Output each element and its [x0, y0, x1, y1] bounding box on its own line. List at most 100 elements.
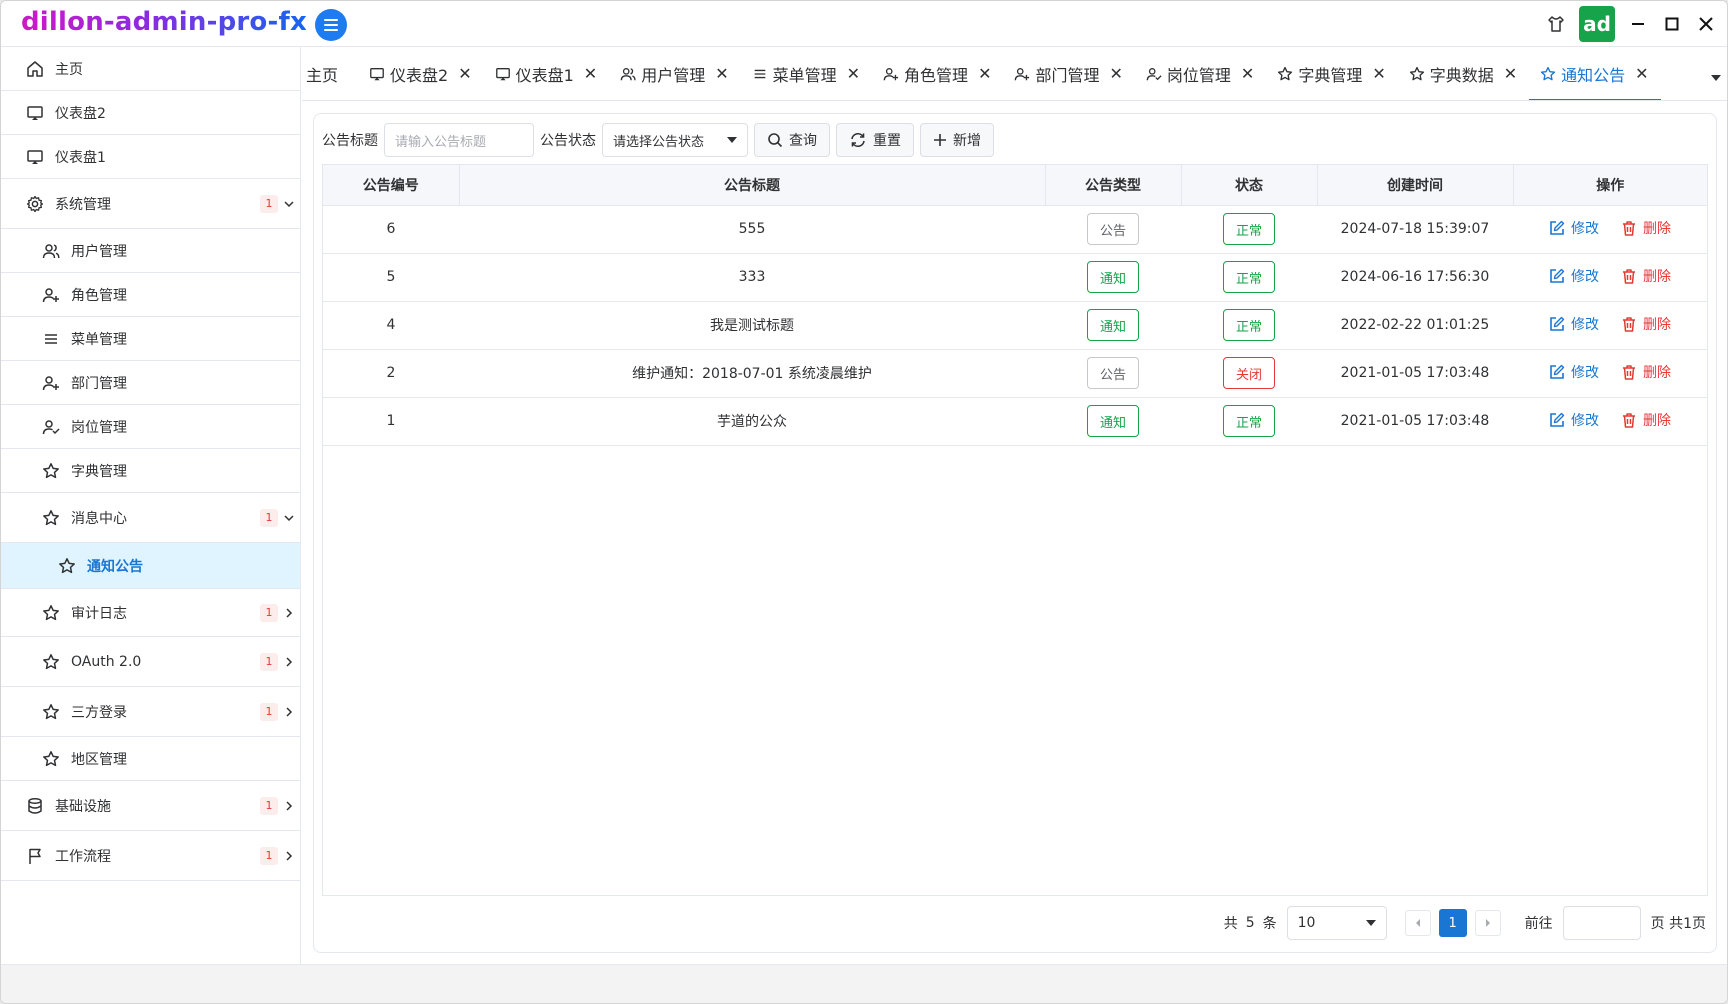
table-row[interactable]: 4 我是测试标题 通知 正常 2022-02-22 01:01:25 修改 删除	[323, 301, 1707, 350]
sidebar-item-posts[interactable]: 岗位管理	[1, 405, 300, 449]
column-header[interactable]: 公告编号	[323, 165, 460, 206]
window-controls: ad	[1539, 1, 1727, 47]
close-tab-icon[interactable]: ✕	[1372, 64, 1385, 83]
tab-menus[interactable]: 菜单管理 ✕	[741, 47, 872, 100]
tab-dictionary-data[interactable]: 字典数据 ✕	[1398, 47, 1529, 100]
tab-roles[interactable]: 角色管理 ✕	[872, 47, 1003, 100]
sidebar-item-users[interactable]: 用户管理	[1, 229, 300, 273]
type-tag: 通知	[1087, 261, 1139, 293]
menu-toggle-button[interactable]	[315, 9, 347, 41]
total-count: 5	[1245, 915, 1255, 931]
edit-button[interactable]: 修改	[1549, 266, 1599, 286]
notice-table: 公告编号 公告标题 公告类型 状态 创建时间 操作 6 555 公告 正常 20…	[322, 164, 1708, 896]
query-button[interactable]: 查询	[754, 123, 830, 157]
column-header[interactable]: 状态	[1181, 165, 1318, 206]
delete-button[interactable]: 删除	[1621, 314, 1671, 334]
close-tab-icon[interactable]: ✕	[847, 64, 860, 83]
title-bar: dillon-admin-pro-fx ad	[1, 1, 1727, 47]
page-number-current[interactable]: 1	[1438, 909, 1467, 937]
status-filter-select[interactable]: 请选择公告状态	[602, 123, 748, 157]
delete-button[interactable]: 删除	[1621, 218, 1671, 238]
sidebar-item-infrastructure[interactable]: 基础设施 1	[1, 781, 300, 831]
sidebar-item-workflow[interactable]: 工作流程 1	[1, 831, 300, 881]
sidebar-item-label: 消息中心	[71, 510, 127, 527]
sidebar-item-notices[interactable]: 通知公告	[1, 543, 300, 589]
maximize-button[interactable]	[1655, 7, 1689, 41]
status-badge: 正常	[1223, 309, 1275, 341]
sidebar-item-dashboard1[interactable]: 仪表盘1	[1, 135, 300, 179]
close-tab-icon[interactable]: ✕	[1635, 64, 1648, 83]
close-tab-icon[interactable]: ✕	[978, 64, 991, 83]
page-size-select[interactable]: 10	[1286, 906, 1387, 940]
goto-page-input[interactable]	[1562, 906, 1641, 940]
hamburger-icon	[324, 19, 338, 31]
star-icon	[1408, 65, 1426, 83]
sidebar-item-oauth[interactable]: OAuth 2.0 1	[1, 637, 300, 687]
theme-shirt-button[interactable]	[1539, 7, 1573, 41]
tab-label: 通知公告	[1561, 65, 1626, 85]
close-tab-icon[interactable]: ✕	[1241, 64, 1254, 83]
table-row[interactable]: 6 555 公告 正常 2024-07-18 15:39:07 修改 删除	[323, 205, 1707, 254]
sidebar-item-system[interactable]: 系统管理 1	[1, 179, 300, 229]
notice-id: 6	[323, 205, 459, 254]
column-header[interactable]: 公告标题	[459, 165, 1046, 206]
edit-button[interactable]: 修改	[1549, 218, 1599, 238]
title-filter-input[interactable]: 请输入公告标题	[384, 123, 534, 157]
column-header: 操作	[1513, 165, 1707, 206]
star-icon	[41, 461, 61, 481]
minimize-button[interactable]	[1621, 7, 1655, 41]
column-header[interactable]: 公告类型	[1045, 165, 1182, 206]
menu-icon	[41, 329, 61, 349]
count-badge: 1	[260, 652, 278, 671]
star-icon	[41, 702, 61, 722]
sidebar-item-audit-log[interactable]: 审计日志 1	[1, 589, 300, 637]
sidebar-item-home[interactable]: 主页	[1, 47, 300, 91]
close-tab-icon[interactable]: ✕	[1109, 64, 1122, 83]
table-row[interactable]: 1 芋道的公众 通知 正常 2021-01-05 17:03:48 修改 删除	[323, 397, 1707, 446]
close-tab-icon[interactable]: ✕	[584, 64, 597, 83]
sidebar-item-dictionary[interactable]: 字典管理	[1, 449, 300, 493]
tab-home[interactable]: 主页	[302, 47, 358, 100]
tab-overflow-dropdown[interactable]	[1709, 71, 1723, 85]
sidebar-item-departments[interactable]: 部门管理	[1, 361, 300, 405]
column-header[interactable]: 创建时间	[1317, 165, 1514, 206]
prev-page-button[interactable]	[1404, 910, 1431, 936]
user-plus-icon	[41, 285, 61, 305]
user-plus-icon	[882, 65, 900, 83]
reset-button[interactable]: 重置	[836, 123, 914, 157]
table-row[interactable]: 5 333 通知 正常 2024-06-16 17:56:30 修改 删除	[323, 253, 1707, 302]
add-button[interactable]: 新增	[920, 123, 994, 157]
tab-notices[interactable]: 通知公告 ✕	[1529, 47, 1662, 100]
status-filter-label: 公告状态	[540, 133, 596, 149]
sidebar-item-regions[interactable]: 地区管理	[1, 737, 300, 781]
avatar[interactable]: ad	[1579, 6, 1615, 42]
edit-label: 修改	[1571, 413, 1599, 429]
sidebar-item-menus[interactable]: 菜单管理	[1, 317, 300, 361]
sidebar-item-dashboard2[interactable]: 仪表盘2	[1, 91, 300, 135]
close-tab-icon[interactable]: ✕	[1504, 64, 1517, 83]
sidebar-item-label: OAuth 2.0	[71, 653, 142, 670]
sidebar-item-label: 系统管理	[55, 196, 111, 213]
tab-dashboard2[interactable]: 仪表盘2 ✕	[358, 47, 484, 100]
edit-button[interactable]: 修改	[1549, 362, 1599, 382]
edit-button[interactable]: 修改	[1549, 314, 1599, 334]
count-badge: 1	[260, 846, 278, 865]
next-page-button[interactable]	[1474, 910, 1501, 936]
delete-button[interactable]: 删除	[1621, 410, 1671, 430]
tab-users[interactable]: 用户管理 ✕	[609, 47, 740, 100]
sidebar-item-label: 审计日志	[71, 605, 127, 622]
close-tab-icon[interactable]: ✕	[458, 64, 471, 83]
tab-dictionary[interactable]: 字典管理 ✕	[1266, 47, 1397, 100]
delete-button[interactable]: 删除	[1621, 266, 1671, 286]
edit-button[interactable]: 修改	[1549, 410, 1599, 430]
sidebar-item-message-center[interactable]: 消息中心 1	[1, 493, 300, 543]
table-row[interactable]: 2 维护通知：2018-07-01 系统凌晨维护 公告 关闭 2021-01-0…	[323, 349, 1707, 398]
sidebar-item-roles[interactable]: 角色管理	[1, 273, 300, 317]
close-tab-icon[interactable]: ✕	[715, 64, 728, 83]
delete-button[interactable]: 删除	[1621, 362, 1671, 382]
close-window-button[interactable]	[1689, 7, 1723, 41]
tab-dashboard1[interactable]: 仪表盘1 ✕	[484, 47, 610, 100]
sidebar-item-third-party-login[interactable]: 三方登录 1	[1, 687, 300, 737]
tab-departments[interactable]: 部门管理 ✕	[1003, 47, 1134, 100]
tab-posts[interactable]: 岗位管理 ✕	[1135, 47, 1266, 100]
